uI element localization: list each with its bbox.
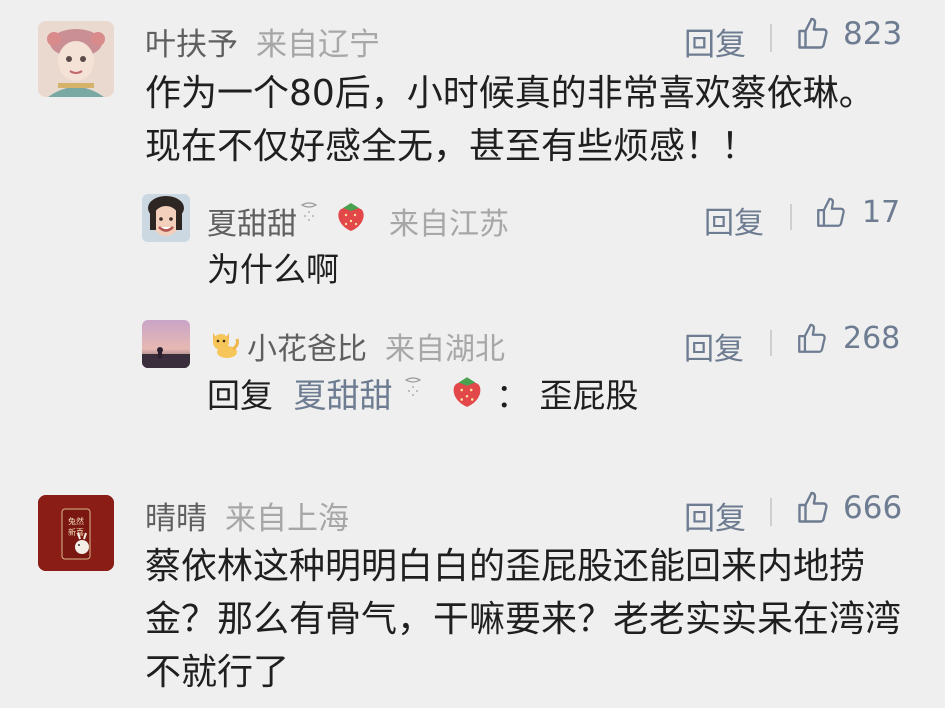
- reply-to-user[interactable]: 夏甜甜: [294, 376, 393, 415]
- thumbs-up-icon: [817, 197, 845, 227]
- location-label: 来自湖北: [385, 332, 505, 367]
- comment-meta: 夏甜甜 来自江苏: [207, 198, 509, 243]
- comment-text: 回复 夏甜甜 ： 歪屁股: [207, 371, 639, 424]
- reply-item: 小花爸比 来自湖北 回复 268 回复 夏甜甜 ： 歪屁股: [0, 316, 945, 426]
- like-count: 823: [843, 16, 903, 52]
- avatar[interactable]: [38, 21, 114, 97]
- comment-meta: 晴晴 来自上海: [145, 493, 349, 538]
- avatar[interactable]: 兔然 新喜: [38, 495, 114, 571]
- reply-item: 夏甜甜 来自江苏 回复 17 为什么啊: [0, 190, 945, 300]
- comment-text: 蔡依林这种明明白白的歪屁股还能回来内地捞金？那么有骨气，干嘛要来？老老实实呆在湾…: [145, 546, 902, 693]
- divider: [770, 24, 772, 52]
- svg-text:新喜: 新喜: [68, 527, 84, 537]
- divider: [770, 498, 772, 526]
- comment-meta: 叶扶予 来自辽宁: [145, 19, 380, 64]
- strawberry-icon: [333, 198, 369, 242]
- like-button[interactable]: 823: [795, 16, 902, 52]
- divider: [790, 204, 792, 230]
- thumbs-up-icon: [798, 491, 828, 523]
- username[interactable]: 叶扶予: [145, 19, 238, 64]
- thumbs-up-icon: [798, 323, 826, 353]
- reply-button[interactable]: 回复: [684, 324, 744, 368]
- reply-button[interactable]: 回复: [684, 19, 746, 64]
- vip-bow-icon: [299, 200, 319, 242]
- reply-button[interactable]: 回复: [704, 198, 764, 242]
- reply-text: 歪屁股: [539, 376, 639, 415]
- reply-prefix: 回复: [207, 376, 273, 415]
- like-button[interactable]: 666: [795, 490, 902, 526]
- avatar-illustration-icon: [38, 21, 114, 97]
- vip-bow-icon: [403, 373, 423, 423]
- strawberry-icon: [448, 372, 486, 424]
- avatar-sunset-icon: [142, 320, 190, 368]
- cat-icon: [207, 325, 241, 367]
- thumbs-up-icon: [798, 17, 828, 49]
- like-count: 17: [862, 195, 901, 230]
- avatar-photo-icon: [142, 194, 190, 242]
- location-label: 来自江苏: [389, 207, 509, 242]
- avatar[interactable]: [142, 320, 190, 368]
- username[interactable]: 小花爸比: [247, 324, 367, 368]
- reply-separator: ：: [496, 376, 529, 415]
- comment-text: 作为一个80后，小时候真的非常喜欢蔡依琳。现在不仅好感全无，甚至有些烦感！！: [145, 73, 875, 167]
- username[interactable]: 夏甜甜: [207, 199, 297, 243]
- reply-button[interactable]: 回复: [684, 493, 746, 538]
- avatar[interactable]: [142, 194, 190, 242]
- like-count: 268: [843, 321, 901, 356]
- like-button[interactable]: 268: [795, 321, 900, 356]
- like-count: 666: [843, 490, 903, 526]
- like-button[interactable]: 17: [814, 195, 900, 230]
- location-label: 来自上海: [225, 501, 349, 537]
- location-label: 来自辽宁: [256, 27, 380, 63]
- comment-meta: 小花爸比 来自湖北: [207, 324, 505, 368]
- svg-text:兔然: 兔然: [68, 516, 84, 526]
- comment-text: 为什么啊: [207, 250, 339, 289]
- username[interactable]: 晴晴: [145, 493, 207, 538]
- avatar-logo-icon: 兔然 新喜: [38, 495, 114, 571]
- divider: [770, 330, 772, 356]
- comment-item: 兔然 新喜 晴晴 来自上海 回复 666 蔡依林这种明明白白的歪屁股还能回来内地…: [0, 486, 945, 708]
